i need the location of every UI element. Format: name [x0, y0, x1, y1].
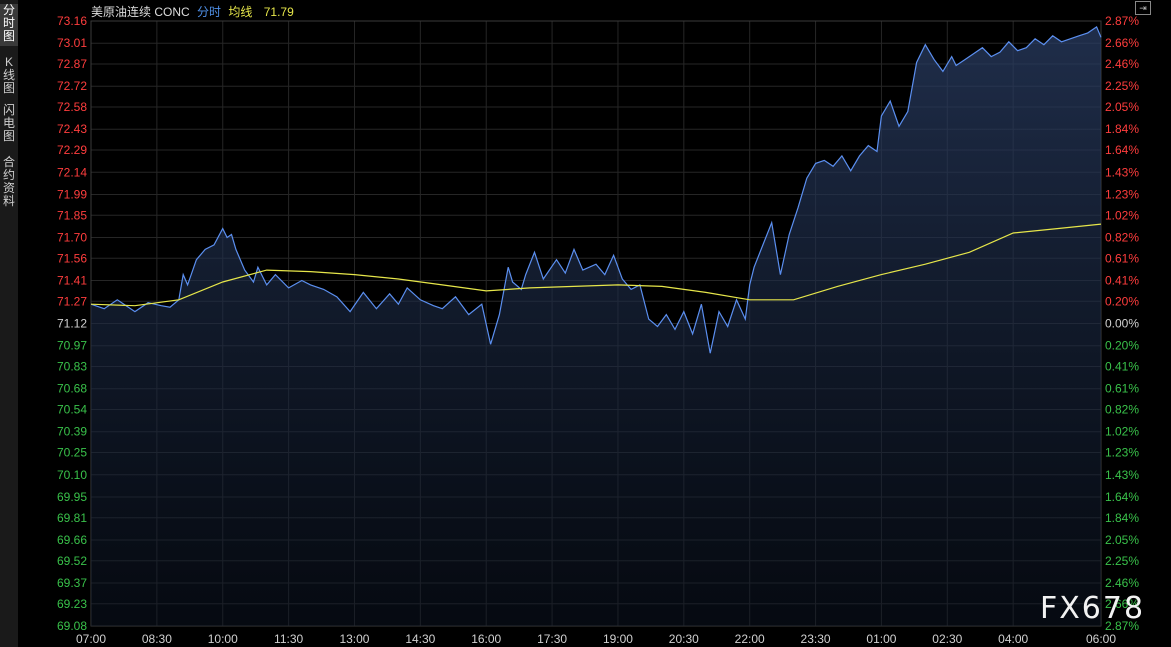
percent-axis-tick-label: 0.20% — [1105, 294, 1139, 308]
x-axis-tick-label: 22:00 — [735, 632, 765, 646]
average-line-label: 均线 — [228, 5, 253, 19]
y-axis-tick-label: 71.27 — [57, 294, 87, 308]
x-axis-tick-label: 13:00 — [339, 632, 369, 646]
percent-axis-tick-label: 1.43% — [1105, 468, 1139, 482]
percent-axis-tick-label: 1.84% — [1105, 122, 1139, 136]
x-axis-tick-label: 17:30 — [537, 632, 567, 646]
x-axis-tick-label: 07:00 — [76, 632, 106, 646]
y-axis-tick-label: 72.58 — [57, 100, 87, 114]
y-axis-tick-label: 69.81 — [57, 511, 87, 525]
expand-icon[interactable]: ⇥ — [1135, 1, 1151, 15]
x-axis-tick-label: 08:30 — [142, 632, 172, 646]
x-axis-tick-label: 11:30 — [274, 632, 303, 646]
x-axis-tick-label: 01:00 — [866, 632, 896, 646]
x-axis-tick-label: 14:30 — [405, 632, 435, 646]
y-axis-tick-label: 71.70 — [57, 230, 87, 244]
chart-mode-label: 分时 — [197, 5, 222, 19]
y-axis-tick-label: 71.41 — [57, 273, 87, 287]
x-axis-tick-label: 06:00 — [1086, 632, 1116, 646]
chart: 73.16 2.87% 73.01 2.66% 72.87 2.46% 72.72 2.25%… — [57, 14, 1139, 646]
percent-axis-tick-label: 0.20% — [1105, 339, 1139, 353]
percent-axis-tick-label: 1.64% — [1105, 143, 1139, 157]
percent-axis-tick-label: 2.25% — [1105, 554, 1139, 568]
y-axis-tick-label: 71.12 — [57, 317, 87, 331]
y-axis-tick-label: 69.52 — [57, 554, 87, 568]
x-axis-tick-label: 20:30 — [669, 632, 699, 646]
percent-axis-tick-label: 2.87% — [1105, 14, 1139, 28]
y-axis-tick-label: 69.23 — [57, 597, 87, 611]
percent-axis-tick-label: 0.82% — [1105, 403, 1139, 417]
percent-axis-tick-label: 0.41% — [1105, 273, 1139, 287]
percent-axis-tick-label: 2.05% — [1105, 100, 1139, 114]
y-axis-tick-label: 70.68 — [57, 382, 87, 396]
y-axis-tick-label: 69.08 — [57, 619, 87, 633]
x-axis-tick-label: 19:00 — [603, 632, 633, 646]
price-area-fill — [91, 26, 1101, 626]
y-axis-tick-label: 71.56 — [57, 251, 87, 265]
y-axis-tick-label: 69.95 — [57, 490, 87, 504]
y-axis-tick-label: 73.16 — [57, 14, 87, 28]
y-axis-tick-label: 72.14 — [57, 165, 87, 179]
y-axis-tick-label: 73.01 — [57, 36, 87, 50]
y-axis-tick-label: 70.54 — [57, 403, 87, 417]
x-axis-tick-label: 23:30 — [801, 632, 831, 646]
y-axis-tick-label: 69.37 — [57, 576, 87, 590]
percent-axis-tick-label: 1.23% — [1105, 446, 1139, 460]
percent-axis-tick-label: 1.84% — [1105, 511, 1139, 525]
x-axis-tick-label: 02:30 — [932, 632, 962, 646]
y-axis-tick-label: 70.25 — [57, 446, 87, 460]
instrument-name: 美原油连续 CONC — [91, 5, 190, 19]
percent-axis-tick-label: 2.46% — [1105, 57, 1139, 71]
percent-axis-tick-label: 0.61% — [1105, 382, 1139, 396]
y-axis-tick-label: 70.10 — [57, 468, 87, 482]
x-axis-tick-label: 16:00 — [471, 632, 501, 646]
percent-axis-tick-label: 1.02% — [1105, 208, 1139, 222]
percent-axis-tick-label: 1.23% — [1105, 187, 1139, 201]
y-axis-tick-label: 70.97 — [57, 339, 87, 353]
percent-axis-tick-label: 2.46% — [1105, 576, 1139, 590]
y-axis-tick-label: 70.83 — [57, 360, 87, 374]
y-axis-tick-label: 69.66 — [57, 533, 87, 547]
percent-axis-tick-label: 0.41% — [1105, 360, 1139, 374]
percent-axis-tick-label: 2.05% — [1105, 533, 1139, 547]
percent-axis-tick-label: 1.02% — [1105, 425, 1139, 439]
y-axis-tick-label: 72.72 — [57, 79, 87, 93]
percent-axis-tick-label: 1.64% — [1105, 490, 1139, 504]
percent-axis-tick-label: 0.61% — [1105, 251, 1139, 265]
chart-header: 美原油连续 CONC 分时 均线 71.79 — [91, 3, 294, 20]
y-axis-tick-label: 72.29 — [57, 143, 87, 157]
y-axis-tick-label: 70.39 — [57, 425, 87, 439]
percent-axis-tick-label: 2.66% — [1105, 36, 1139, 50]
y-axis-tick-label: 71.99 — [57, 187, 87, 201]
y-axis-tick-label: 72.87 — [57, 57, 87, 71]
y-axis-tick-label: 72.43 — [57, 122, 87, 136]
percent-axis-tick-label: 0.00% — [1105, 317, 1139, 331]
x-axis-tick-label: 04:00 — [998, 632, 1028, 646]
average-line-value: 71.79 — [263, 5, 294, 19]
watermark-logo: FX678 — [1040, 591, 1146, 626]
percent-axis-tick-label: 1.43% — [1105, 165, 1139, 179]
y-axis-tick-label: 71.85 — [57, 208, 87, 222]
percent-axis-tick-label: 2.25% — [1105, 79, 1139, 93]
percent-axis-tick-label: 0.82% — [1105, 230, 1139, 244]
x-axis-tick-label: 10:00 — [208, 632, 238, 646]
